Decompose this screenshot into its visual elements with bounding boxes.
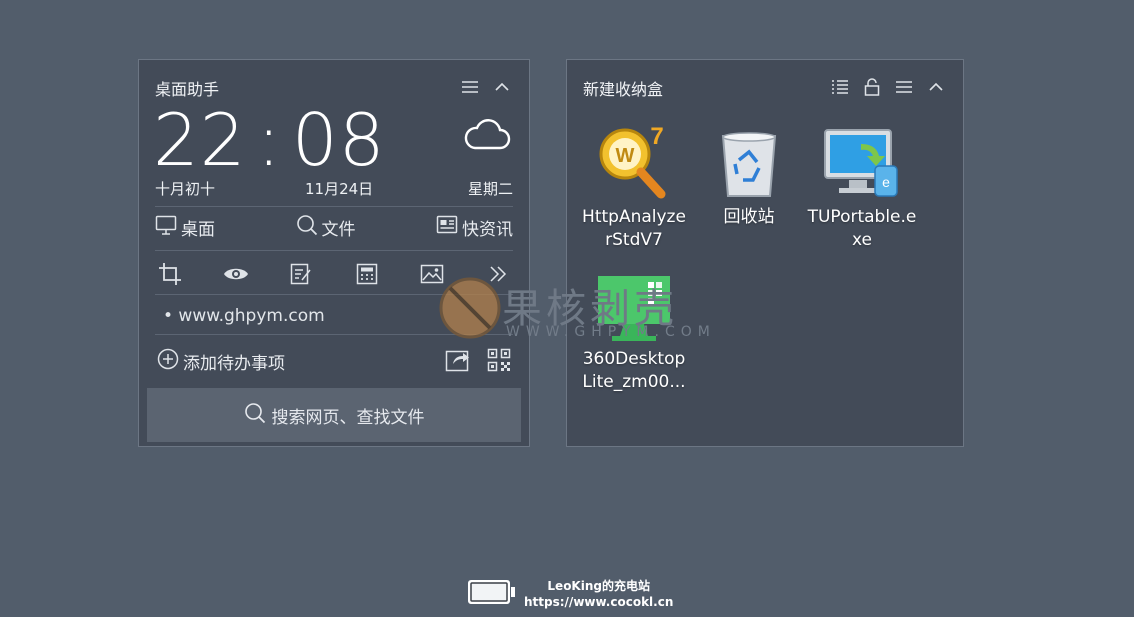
nav-files[interactable]: 文件 (296, 214, 356, 241)
footer-branding: LeoKing的充电站 https://www.cocokl.cn (466, 578, 673, 610)
date: 11月24日 (305, 180, 374, 198)
tuportable-app-icon: e (807, 122, 917, 200)
nav-desktop[interactable]: 桌面 (155, 214, 215, 241)
menu-icon[interactable] (461, 78, 479, 96)
divider (155, 206, 513, 207)
svg-text:e: e (882, 174, 890, 190)
footer-line-1: LeoKing的充电站 (547, 579, 650, 593)
search-icon (244, 402, 266, 429)
plus-circle-icon (157, 348, 179, 375)
battery-icon (466, 578, 516, 610)
calculator-icon[interactable] (352, 260, 382, 288)
desktop-icon-tuportable[interactable]: e TUPortable.exe (807, 122, 917, 252)
box-title: 新建收纳盒 (583, 80, 664, 99)
desktop-icon-label: 360DesktopLite_zm00... (582, 349, 686, 392)
watermark-url: WWW.GHPYM.COM (506, 324, 716, 340)
news-icon (436, 215, 458, 240)
httpanalyzer-app-icon: W 7 (579, 122, 689, 200)
svg-text:W: W (616, 145, 635, 167)
clock-colon: : (256, 98, 282, 182)
list-view-icon[interactable] (831, 78, 849, 96)
svg-text:7: 7 (650, 124, 663, 150)
add-todo-label: 添加待办事项 (183, 354, 285, 374)
share-icon[interactable] (445, 348, 471, 376)
unlock-icon[interactable] (863, 78, 881, 96)
search-placeholder: 搜索网页、查找文件 (271, 407, 425, 428)
nav-files-label: 文件 (321, 220, 356, 240)
desktop-icon (155, 215, 177, 240)
assistant-title: 桌面助手 (155, 80, 220, 99)
storage-box-widget: 新建收纳盒 W 7 HttpAnalyzerStdV7 回收站 e TUPort… (566, 59, 964, 447)
desktop-icon-label: HttpAnalyzerStdV7 (582, 207, 686, 250)
search-icon (296, 214, 318, 241)
nav-news[interactable]: 快资讯 (436, 214, 513, 241)
desktop-assistant-widget: 桌面助手 22:08 十月初十 11月24日 星期二 桌面 文件 快资讯 • w… (138, 59, 530, 447)
collapse-icon[interactable] (493, 78, 511, 96)
lunar-date: 十月初十 (155, 180, 216, 198)
desktop-icon-recycle-bin[interactable]: 回收站 (694, 122, 804, 229)
clock-minutes: 08 (291, 98, 386, 182)
menu-icon[interactable] (895, 78, 913, 96)
note-item[interactable]: • www.ghpym.com (163, 306, 325, 326)
collapse-icon[interactable] (927, 78, 945, 96)
nav-desktop-label: 桌面 (181, 220, 215, 240)
footer-line-2: https://www.cocokl.cn (524, 595, 674, 609)
crop-icon[interactable] (155, 260, 185, 288)
cloud-icon[interactable] (463, 116, 511, 156)
nav-news-label: 快资讯 (462, 220, 513, 240)
recycle-bin-icon (694, 122, 804, 200)
watermark-logo-icon (438, 276, 502, 344)
clock-hours: 22 (153, 98, 247, 182)
weekday: 星期二 (467, 180, 513, 198)
qr-code-icon[interactable] (487, 348, 511, 376)
divider (155, 250, 513, 251)
web-search-bar[interactable]: 搜索网页、查找文件 (147, 388, 521, 442)
desktop-icon-label: TUPortable.exe (807, 207, 917, 250)
add-todo-button[interactable]: 添加待办事项 (157, 348, 285, 375)
eye-icon[interactable] (221, 260, 251, 288)
desktop-icon-label: 回收站 (723, 207, 775, 227)
desktop-icon-httpanalyzer[interactable]: W 7 HttpAnalyzerStdV7 (579, 122, 689, 252)
clock: 22:08 (153, 104, 386, 176)
edit-icon[interactable] (286, 260, 316, 288)
